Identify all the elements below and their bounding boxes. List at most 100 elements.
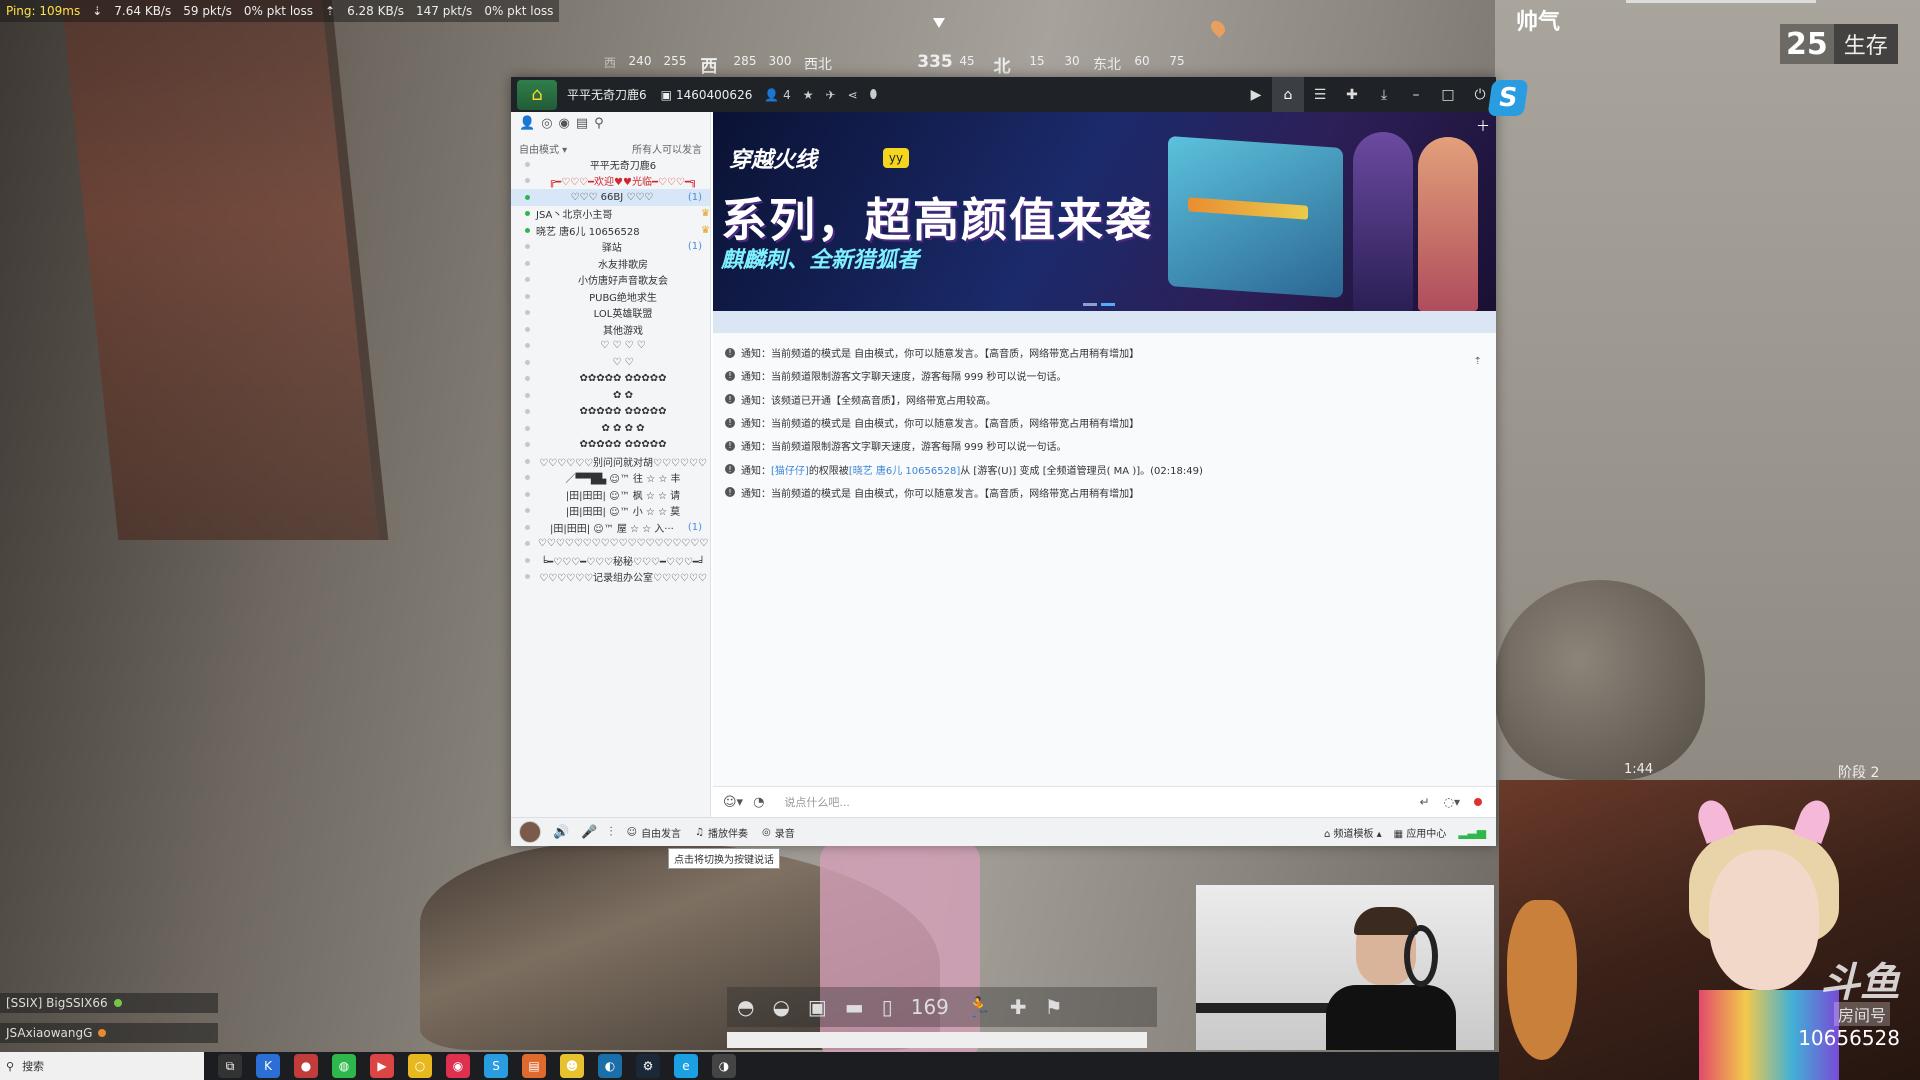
expand-icon xyxy=(525,541,530,547)
channel-item[interactable]: 其他游戏 xyxy=(511,321,710,338)
record-dot-icon[interactable] xyxy=(1474,798,1482,806)
download-pkt: 59 pkt/s xyxy=(183,4,232,18)
accompany-button[interactable]: ♫ 播放伴奏 xyxy=(695,825,748,840)
send-enter-icon[interactable]: ↵ xyxy=(1419,795,1429,809)
minimize-icon[interactable]: – xyxy=(1400,77,1432,112)
free-speak-button[interactable]: ☺ 自由发言 xyxy=(627,825,681,840)
taskbar-search[interactable]: ⚲ 搜索 xyxy=(0,1052,204,1080)
channel-template-button[interactable]: ⌂ 频道模板 ▴ xyxy=(1324,825,1382,840)
kugou-icon[interactable]: K xyxy=(256,1054,280,1078)
channel-item[interactable]: ♡♡♡♡♡♡别问问就对胡♡♡♡♡♡♡ xyxy=(511,453,710,470)
channel-item[interactable]: ╘━♡♡♡━♡♡♡秘秘♡♡♡━♡♡♡━╛ xyxy=(511,552,710,569)
notice-message: ! 通知：当前频道限制游客文字聊天速度，游客每隔 999 秒可以说一句话。 xyxy=(725,364,1496,387)
channel-item[interactable]: PUBG绝地求生 xyxy=(511,288,710,305)
app-icon[interactable]: ● xyxy=(294,1054,318,1078)
compass-tick: 45 xyxy=(959,54,975,68)
channel-item[interactable]: ✿✿✿✿✿ ✿✿✿✿✿ xyxy=(511,371,710,388)
channel-item[interactable]: LOL英雄联盟 xyxy=(511,305,710,322)
plane-icon[interactable]: ✈ xyxy=(826,88,836,102)
channel-item-label: ♡♡♡♡♡♡♡♡♡♡♡♡♡♡♡♡♡♡♡ xyxy=(537,538,709,550)
channel-item[interactable]: 水友排歌房 xyxy=(511,255,710,272)
app-icon[interactable]: ◑ xyxy=(712,1054,736,1078)
channel-item[interactable]: 驿站 (1) xyxy=(511,239,710,256)
video-icon[interactable]: ▶ xyxy=(1240,77,1272,112)
wechat-icon[interactable]: ◍ xyxy=(332,1054,356,1078)
chat-input[interactable]: 说点什么吧... xyxy=(784,794,850,810)
netease-music-icon[interactable]: ◉ xyxy=(446,1054,470,1078)
expand-icon xyxy=(525,508,530,514)
channel-item[interactable]: |田|田田| ☺™ 小 ☆ ☆ 莫 xyxy=(511,503,710,520)
channel-item[interactable]: ♡ ♡ xyxy=(511,354,710,371)
app-icon[interactable]: ▶ xyxy=(370,1054,394,1078)
online-users[interactable]: 👤 4 xyxy=(764,88,790,102)
speaker-icon[interactable]: 🔊 xyxy=(553,825,569,840)
record-button[interactable]: ◎ 录音 xyxy=(762,825,795,840)
channel-logo-icon[interactable]: ⌂ xyxy=(517,79,557,110)
members-icon[interactable]: 👤 xyxy=(519,116,535,136)
notice-message: ! 通知：当前频道的模式是 自由模式，你可以随意发言。【高音质，网络带宽占用稍有增… xyxy=(725,481,1496,504)
list-icon[interactable]: ☰ xyxy=(1304,77,1336,112)
s-app-icon[interactable]: S xyxy=(484,1054,508,1078)
channel-item[interactable]: ♡♡♡♡♡♡♡♡♡♡♡♡♡♡♡♡♡♡♡ xyxy=(511,536,710,553)
translate-icon[interactable]: ◔ xyxy=(753,795,764,810)
scroll-top-icon[interactable]: ⇡ xyxy=(1474,356,1482,367)
channel-item-label: ♡ ♡ ♡ ♡ xyxy=(600,340,646,352)
channel-item[interactable]: ♡ ♡ ♡ ♡ xyxy=(511,338,710,355)
download-rate: 7.64 KB/s xyxy=(114,4,172,18)
channel-item[interactable]: ✿ ✿ ✿ ✿ xyxy=(511,420,710,437)
accompany-label: 播放伴奏 xyxy=(708,828,749,840)
app-center-button[interactable]: ▦ 应用中心 xyxy=(1394,825,1447,840)
share-icon[interactable]: ⋖ xyxy=(848,88,858,102)
ad-banner[interactable]: 穿越火线 yy 系列，超高颜值来袭 麒麟刺、全新猎狐者 ＋ xyxy=(713,112,1496,311)
microphone-icon[interactable]: 🎤 xyxy=(581,825,597,840)
search-icon[interactable]: ⚲ xyxy=(594,116,604,136)
steam-icon[interactable]: ⚙ xyxy=(636,1054,660,1078)
channel-item[interactable]: ╔━♡♡♡━欢迎♥♥光临━♡♡♡━╗ xyxy=(511,173,710,190)
location-icon[interactable]: ◉ xyxy=(559,116,570,136)
edge-icon[interactable]: e xyxy=(674,1054,698,1078)
channel-item[interactable]: ✿✿✿✿✿ ✿✿✿✿✿ xyxy=(511,404,710,421)
channel-item[interactable]: ✿✿✿✿✿ ✿✿✿✿✿ xyxy=(511,437,710,454)
mode-dropdown[interactable]: 自由模式 ▾ xyxy=(519,141,567,156)
gamepad-icon[interactable]: ✚ xyxy=(1336,77,1368,112)
ammo-count: 169 xyxy=(910,995,949,1019)
pager-dot-active[interactable] xyxy=(1101,303,1115,306)
download-tray-icon[interactable]: ⤓ xyxy=(1368,77,1400,112)
channel-item[interactable]: |田|田田| ☺™ 屋 ☆ ☆ 入··· (1) xyxy=(511,519,710,536)
channel-item-label: ✿✿✿✿✿ ✿✿✿✿✿ xyxy=(579,439,667,451)
app-icon[interactable]: ◐ xyxy=(598,1054,622,1078)
channel-item[interactable]: ♡♡♡♡♡♡记录组办公室♡♡♡♡♡♡ xyxy=(511,569,710,586)
app-icon[interactable]: ○ xyxy=(408,1054,432,1078)
window-titlebar[interactable]: ⌂ 平平无奇刀鹿6 ▣ 1460400626 👤 4 ★ ✈ ⋖ ⬮ ▶ ⌂ ☰… xyxy=(511,77,1496,112)
channel-item[interactable]: ✿ ✿ xyxy=(511,387,710,404)
maximize-icon[interactable]: □ xyxy=(1432,77,1464,112)
member-item[interactable]: JSA丶北京小主哥 ♛ xyxy=(511,206,710,223)
favorite-star-icon[interactable]: ★ xyxy=(803,88,814,102)
guest-webcam: 斗鱼 房间号 10656528 xyxy=(1499,780,1920,1080)
app-icon[interactable]: ▤ xyxy=(522,1054,546,1078)
banner-pager[interactable] xyxy=(1083,303,1115,306)
banner-expand-icon[interactable]: ＋ xyxy=(1476,116,1490,136)
s-app-logo-icon[interactable]: S xyxy=(1487,80,1529,116)
yy-icon[interactable]: ☻ xyxy=(560,1054,584,1078)
member-item[interactable]: 晓艺 唐6儿 10656528 ♛ xyxy=(511,222,710,239)
channel-item[interactable]: ／▀▀█▙ ☺™ 往 ☆ ☆ 丰 xyxy=(511,470,710,487)
chat-bubble-icon[interactable]: ◎ xyxy=(541,116,552,136)
channel-item[interactable]: |田|田田| ☺™ 枫 ☆ ☆ 请 xyxy=(511,486,710,503)
equalizer-icon[interactable]: ⫶ xyxy=(609,825,612,840)
speech-bubble-icon[interactable]: ◌▾ xyxy=(1444,795,1461,809)
home-icon[interactable]: ⌂ xyxy=(1272,77,1304,112)
user-link[interactable]: [晓艺 唐6儿 10656528] xyxy=(849,462,960,477)
task-view-icon[interactable]: ⧉ xyxy=(218,1054,242,1078)
notes-icon[interactable]: ▤ xyxy=(576,116,588,136)
shield-icon[interactable]: ⬮ xyxy=(870,87,878,102)
expand-icon xyxy=(525,260,530,266)
user-link[interactable]: [猫仔仔] xyxy=(771,462,809,477)
pager-dot[interactable] xyxy=(1083,303,1097,306)
channel-item-label: ♡♡♡ 66BJ ♡♡♡ xyxy=(570,191,654,203)
channel-item[interactable]: 平平无奇刀鹿6 xyxy=(511,156,710,173)
channel-item[interactable]: ♡♡♡ 66BJ ♡♡♡ (1) xyxy=(511,189,710,206)
emoji-picker-icon[interactable]: ☺▾ xyxy=(723,795,743,810)
channel-item[interactable]: 小仿唐好声音歌友会 xyxy=(511,272,710,289)
avatar[interactable] xyxy=(519,821,541,843)
